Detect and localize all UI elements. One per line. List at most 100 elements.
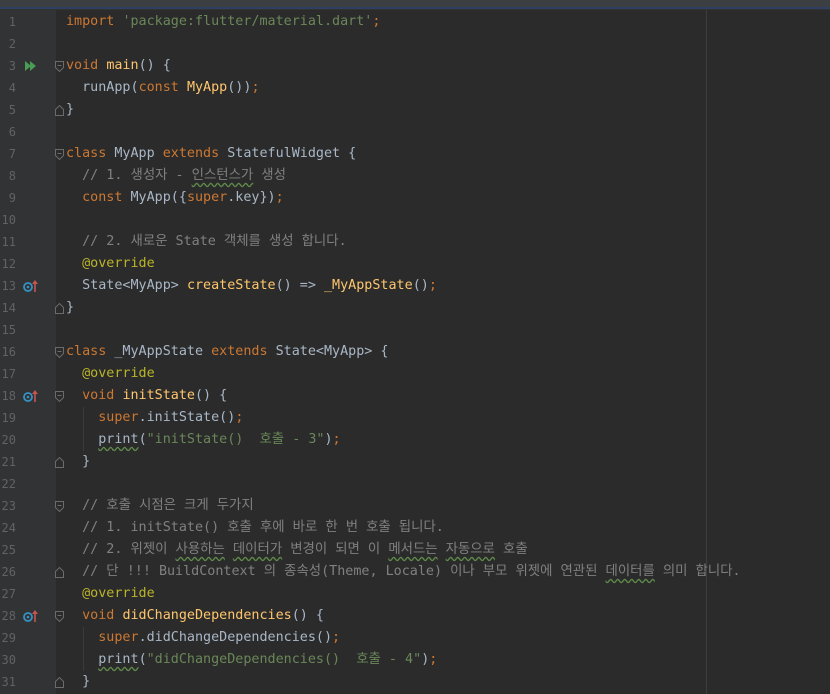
- line-number[interactable]: 13: [0, 275, 16, 297]
- fold-close-icon[interactable]: [55, 451, 64, 473]
- code-editor[interactable]: 1 2 3 4 5 6 7 8 9 10 11 12 13 14 15 16 17 18 19 20 21 22 23 24 2…: [0, 0, 830, 694]
- code-token: ;: [251, 80, 260, 95]
- fold-close-icon[interactable]: [55, 561, 64, 583]
- code-token: ()): [227, 80, 252, 95]
- override-icon[interactable]: [23, 385, 39, 407]
- code-line[interactable]: // 1. initState() 호출 후에 바로 한 번 호출 됩니다.: [66, 517, 444, 539]
- line-number[interactable]: 22: [0, 473, 16, 495]
- code-line[interactable]: @override: [66, 253, 155, 275]
- run-icon[interactable]: [24, 55, 38, 77]
- code-token: ;: [332, 432, 341, 447]
- code-line[interactable]: @override: [66, 363, 155, 385]
- line-number[interactable]: 16: [0, 341, 16, 363]
- line-number[interactable]: 23: [0, 495, 16, 517]
- line-number[interactable]: 15: [0, 319, 16, 341]
- code-line[interactable]: // 2. 새로운 State 객체를 생성 합니다.: [66, 231, 347, 253]
- code-line[interactable]: print("didChangeDependencies() 호출 - 4");: [66, 649, 437, 671]
- fold-close-icon[interactable]: [55, 297, 64, 319]
- code-token: const: [82, 190, 131, 205]
- code-line[interactable]: // 단 !!! BuildContext 의 종속성(Theme, Local…: [66, 561, 740, 583]
- code-line[interactable]: // 호출 시점은 크게 두가지: [66, 495, 254, 517]
- code-token: extends: [211, 344, 276, 359]
- code-line[interactable]: void didChangeDependencies() {: [66, 605, 324, 627]
- line-number[interactable]: 20: [0, 429, 16, 451]
- code-line[interactable]: class MyApp extends StatefulWidget {: [66, 143, 356, 165]
- line-number[interactable]: 26: [0, 561, 16, 583]
- override-icon[interactable]: [23, 275, 39, 297]
- fold-open-icon[interactable]: [55, 341, 64, 363]
- indent-guide: [83, 627, 84, 671]
- code-token: ;: [372, 14, 381, 29]
- code-token: State<MyApp> {: [275, 344, 389, 359]
- fold-open-icon[interactable]: [55, 385, 64, 407]
- line-number[interactable]: 17: [0, 363, 16, 385]
- line-number[interactable]: 5: [0, 99, 16, 121]
- line-number[interactable]: 27: [0, 583, 16, 605]
- code-token: .didChangeDependencies(): [138, 630, 333, 645]
- code-line[interactable]: void main() {: [66, 55, 171, 77]
- line-number[interactable]: 10: [0, 209, 16, 231]
- line-number[interactable]: 8: [0, 165, 16, 187]
- fold-open-icon[interactable]: [55, 605, 64, 627]
- line-number[interactable]: 1: [0, 11, 16, 33]
- line-number[interactable]: 24: [0, 517, 16, 539]
- line-number[interactable]: 29: [0, 627, 16, 649]
- line-number[interactable]: 4: [0, 77, 16, 99]
- code-line[interactable]: super.didChangeDependencies();: [66, 627, 340, 649]
- code-line[interactable]: void initState() {: [66, 385, 227, 407]
- code-line[interactable]: class _MyAppState extends State<MyApp> {: [66, 341, 389, 363]
- line-number[interactable]: 28: [0, 605, 16, 627]
- code-line[interactable]: // 2. 위젯이 사용하는 데이터가 변경이 되면 이 메서드는 자동으로 호…: [66, 539, 528, 561]
- code-line[interactable]: }: [66, 297, 74, 319]
- code-line[interactable]: super.initState();: [66, 407, 243, 429]
- line-number[interactable]: 25: [0, 539, 16, 561]
- code-line[interactable]: }: [66, 451, 90, 473]
- line-number[interactable]: 18: [0, 385, 16, 407]
- code-token: ): [324, 432, 333, 447]
- fold-open-icon[interactable]: [55, 55, 64, 77]
- line-number[interactable]: 11: [0, 231, 16, 253]
- code-token: 변경이 되면 이: [282, 542, 389, 557]
- code-line[interactable]: // 1. 생성자 - 인스턴스가 생성: [66, 165, 286, 187]
- code-token: super: [186, 190, 228, 205]
- tab-underline: [0, 7, 830, 9]
- line-number[interactable]: 7: [0, 143, 16, 165]
- line-number[interactable]: 14: [0, 297, 16, 319]
- code-line[interactable]: print("initState() 호출 - 3");: [66, 429, 341, 451]
- code-line[interactable]: State<MyApp> createState() => _MyAppStat…: [66, 275, 437, 297]
- line-number[interactable]: 3: [0, 55, 16, 77]
- line-number[interactable]: 21: [0, 451, 16, 473]
- code-line[interactable]: @override: [66, 583, 155, 605]
- code-line[interactable]: import 'package:flutter/material.dart';: [66, 11, 380, 33]
- code-line[interactable]: const MyApp({super.key});: [66, 187, 284, 209]
- code-token: }: [66, 300, 75, 315]
- code-token: ;: [235, 410, 244, 425]
- editor-gutter[interactable]: 1 2 3 4 5 6 7 8 9 10 11 12 13 14 15 16 17 18 19 20 21 22 23 24 2…: [0, 10, 56, 694]
- line-number[interactable]: 2: [0, 33, 16, 55]
- line-number[interactable]: 6: [0, 121, 16, 143]
- fold-open-icon[interactable]: [55, 143, 64, 165]
- line-number[interactable]: 31: [0, 671, 16, 693]
- code-line[interactable]: }: [66, 671, 90, 693]
- line-number[interactable]: 19: [0, 407, 16, 429]
- fold-open-icon[interactable]: [55, 495, 64, 517]
- line-number[interactable]: 30: [0, 649, 16, 671]
- fold-close-icon[interactable]: [55, 99, 64, 121]
- code-token: @override: [82, 366, 155, 381]
- code-line[interactable]: runApp(const MyApp());: [66, 77, 260, 99]
- code-token: // 단 !!! BuildContext 의 종속성(Theme, Local…: [66, 564, 606, 579]
- code-token: MyApp: [114, 146, 163, 161]
- fold-close-icon[interactable]: [55, 671, 64, 693]
- line-number[interactable]: 9: [0, 187, 16, 209]
- code-token: 인스턴스가: [191, 168, 254, 183]
- code-token: .initState(): [138, 410, 236, 425]
- override-icon[interactable]: [23, 605, 39, 627]
- code-token: main: [106, 58, 139, 73]
- code-token: _MyAppState: [114, 344, 212, 359]
- code-token: ;: [428, 278, 437, 293]
- line-number[interactable]: 12: [0, 253, 16, 275]
- code-token: 메서드는: [388, 542, 438, 557]
- code-token: extends: [162, 146, 228, 161]
- code-line[interactable]: }: [66, 99, 74, 121]
